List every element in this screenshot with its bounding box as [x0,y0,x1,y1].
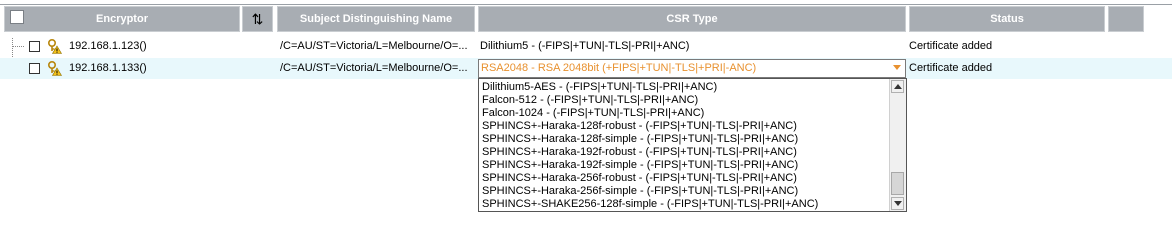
column-header-encryptor-label: Encryptor [96,13,148,25]
dropdown-option[interactable]: SPHINCS+-Haraka-192f-simple - (-FIPS|+TU… [482,159,798,172]
csr-type-dropdown-list[interactable]: Dilithium5-AES - (-FIPS|+TUN|-TLS|-PRI|+… [478,78,907,212]
column-header-subject[interactable]: Subject Distinguishing Name [277,6,475,32]
scroll-up-button[interactable] [891,80,904,93]
row-csr-type[interactable]: Dilithium5 - (-FIPS|+TUN|-TLS|-PRI|+ANC) [480,40,689,52]
dropdown-option[interactable]: Falcon-1024 - (-FIPS|+TUN|-TLS|-PRI|+ANC… [482,107,704,120]
arrow-up-icon [894,84,902,89]
row-status: Certificate added [909,62,993,74]
dropdown-option[interactable]: SPHINCS+-SHAKE256-128f-simple - (-FIPS|+… [482,198,818,211]
column-header-csr-type[interactable]: CSR Type [478,6,906,32]
dropdown-option[interactable]: SPHINCS+-Haraka-128f-simple - (-FIPS|+TU… [482,133,798,146]
sort-icon: ⇅ [251,10,264,27]
column-header-encryptor[interactable]: Encryptor [4,6,240,32]
csr-type-selected-value: RSA2048 - RSA 2048bit (+FIPS|+TUN|-TLS|+… [481,62,757,74]
column-header-status-label: Status [990,13,1024,25]
sort-button[interactable]: ⇅ [242,6,273,32]
scroll-down-button[interactable] [891,197,904,210]
column-header-subject-label: Subject Distinguishing Name [299,13,453,25]
select-all-checkbox[interactable] [10,10,24,24]
row-checkbox[interactable] [29,63,40,74]
dropdown-scrollbar[interactable] [889,79,906,211]
chevron-down-icon[interactable] [893,65,901,70]
row-subject: /C=AU/ST=Victoria/L=Melbourne/O=... [280,40,468,52]
key-warning-icon [46,60,63,76]
scrollbar-thumb[interactable] [891,172,904,195]
csr-type-select[interactable]: RSA2048 - RSA 2048bit (+FIPS|+TUN|-TLS|+… [478,59,906,78]
column-header-extra[interactable] [1108,6,1144,32]
dropdown-option[interactable]: SPHINCS+-Haraka-256f-robust - (-FIPS|+TU… [482,172,797,185]
key-warning-icon [46,38,63,54]
top-border [0,0,1172,5]
row-checkbox[interactable] [29,41,40,52]
table-row[interactable]: 192.168.1.123() /C=AU/ST=Victoria/L=Melb… [0,36,1172,57]
dropdown-option[interactable]: SPHINCS+-Haraka-128f-robust - (-FIPS|+TU… [482,120,797,133]
dropdown-option[interactable]: Falcon-512 - (-FIPS|+TUN|-TLS|-PRI|+ANC) [482,94,698,107]
row-ip: 192.168.1.133() [69,62,147,74]
row-ip: 192.168.1.123() [69,40,147,52]
arrow-down-icon [894,201,902,206]
dropdown-option[interactable]: Dilithium5-AES - (-FIPS|+TUN|-TLS|-PRI|+… [482,81,717,94]
dropdown-option[interactable]: SPHINCS+-Haraka-256f-simple - (-FIPS|+TU… [482,185,798,198]
row-subject: /C=AU/ST=Victoria/L=Melbourne/O=... [280,62,468,74]
column-header-csr-type-label: CSR Type [666,13,718,25]
dropdown-option[interactable]: SPHINCS+-Haraka-192f-robust - (-FIPS|+TU… [482,146,797,159]
column-header-status[interactable]: Status [909,6,1105,32]
row-status: Certificate added [909,40,993,52]
